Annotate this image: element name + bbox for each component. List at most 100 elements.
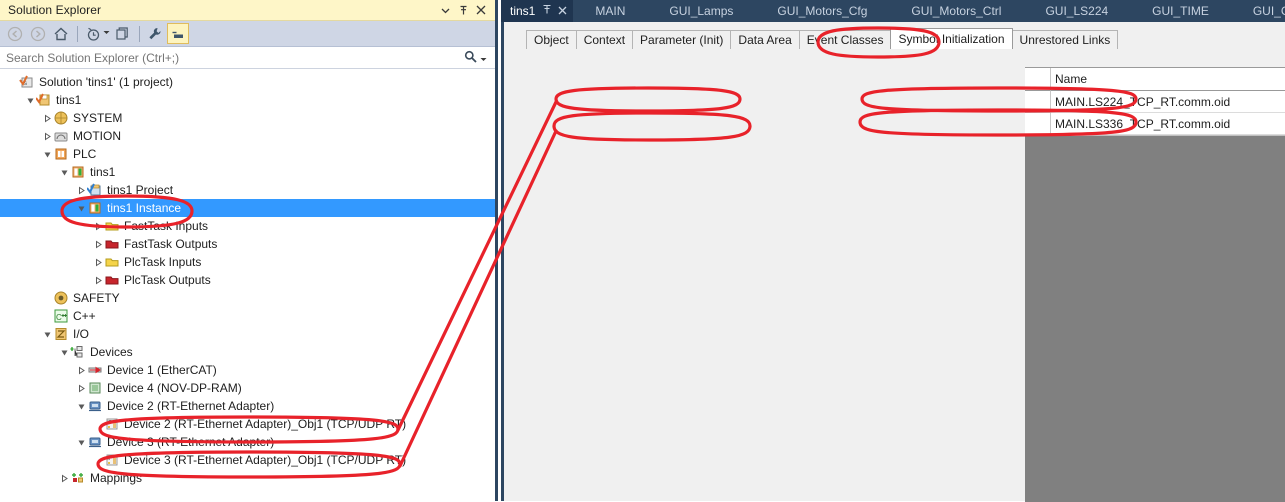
tree-item[interactable]: MOTION [0,127,495,145]
ethercat-icon [87,362,103,378]
pending-changes-dropdown-icon[interactable] [103,30,110,37]
tree-item[interactable]: Device 2 (RT-Ethernet Adapter) [0,397,495,415]
tree-item-label: tins1 Instance [107,201,182,215]
rtether-icon [87,434,103,450]
expander-collapsed-icon[interactable] [93,235,104,253]
expander-collapsed-icon[interactable] [76,181,87,199]
pending-changes-button[interactable] [82,23,104,44]
grid-cell-name[interactable]: MAIN.LS224_TCP_RT.comm.oid [1051,91,1285,113]
io-icon [53,326,69,342]
tree-item-label: Device 3 (RT-Ethernet Adapter) [107,435,275,449]
tab-pin-icon[interactable] [542,4,552,18]
rtether-icon [87,398,103,414]
editor-tab[interactable]: GUI_Motors_Ctrl [889,0,1023,22]
symbol-initialization-grid[interactable]: NameValueUnitTypeMAIN.LS224_TCP_RT.comm.… [1025,68,1285,136]
editor-subtab[interactable]: Event Classes [798,30,892,49]
row-selector[interactable] [1025,113,1051,135]
sync-with-active-document-button[interactable] [112,23,134,44]
expander-placeholder [93,415,104,433]
editor-tab[interactable]: GUI_LS224 [1023,0,1130,22]
tree-item[interactable]: FastTask Inputs [0,217,495,235]
editor-tab[interactable]: tins1 [501,0,574,22]
symbol-initialization-grid-area: NameValueUnitTypeMAIN.LS224_TCP_RT.comm.… [1025,67,1285,502]
tree-item[interactable]: tins1 Project [0,181,495,199]
expander-expanded-icon[interactable] [76,397,87,415]
search-bar[interactable] [0,47,495,69]
grid-column-header[interactable]: Name [1051,68,1285,91]
solution-explorer-panel: Solution Explorer Search Solution Explor… [0,0,498,501]
editor-tab[interactable]: GUI_CCC [1231,0,1285,22]
cpp-icon: C [53,308,69,324]
editor-subtab[interactable]: Object [526,30,577,49]
editor-subtab-label: Object [534,33,569,47]
tree-item[interactable]: tins1 Instance [0,199,495,217]
expander-expanded-icon[interactable] [76,199,87,217]
expander-expanded-icon[interactable] [59,343,70,361]
motion-icon [53,128,69,144]
tree-item[interactable]: Mappings [0,469,495,487]
expander-collapsed-icon[interactable] [59,469,70,487]
row-selector[interactable] [1025,91,1051,113]
chevron-down-icon[interactable] [437,2,453,18]
editor-subtab[interactable]: Context [575,30,634,49]
tree-item[interactable]: s Solution 'tins1' (1 project) [0,73,495,91]
tree-item[interactable]: C C++ [0,307,495,325]
editor-tabstrip[interactable]: tins1 MAIN GUI_Lamps GUI_Motors_Cfg GUI_Moto… [501,0,1285,22]
tree-item[interactable]: IP Device 2 (RT-Ethernet Adapter)_Obj1 (T… [0,415,495,433]
tree-item[interactable]: Device 4 (NOV-DP-RAM) [0,379,495,397]
grid-row[interactable]: MAIN.LS336_TCP_RT.comm.oid01010020Device… [1025,113,1285,135]
editor-subtab[interactable]: Data Area [730,30,800,49]
close-icon[interactable] [473,2,489,18]
tree-item[interactable]: Devices [0,343,495,361]
expander-collapsed-icon[interactable] [93,217,104,235]
tree-item[interactable]: Device 1 (EtherCAT) [0,361,495,379]
editor-subtab[interactable]: Symbol Initialization [890,28,1013,49]
tree-item[interactable]: Device 3 (RT-Ethernet Adapter) [0,433,495,451]
tab-close-icon[interactable] [558,4,567,18]
expander-collapsed-icon[interactable] [93,271,104,289]
editor-subtab[interactable]: Unrestored Links [1011,30,1119,49]
expander-expanded-icon[interactable] [25,91,36,109]
pin-icon[interactable] [455,2,471,18]
editor-tab[interactable]: MAIN [573,0,647,22]
tree-item[interactable]: PlcTask Inputs [0,253,495,271]
tree-item[interactable]: I/O [0,325,495,343]
tree-item[interactable]: FastTask Outputs [0,235,495,253]
search-options-chevron-icon[interactable] [480,51,487,65]
collapse-all-button[interactable] [167,23,189,44]
editor-tab[interactable]: GUI_Motors_Cfg [755,0,889,22]
expander-expanded-icon[interactable] [42,145,53,163]
forward-button[interactable] [27,23,49,44]
tree-item[interactable]: tins1 [0,163,495,181]
expander-collapsed-icon[interactable] [76,361,87,379]
editor-tab[interactable]: GUI_Lamps [647,0,755,22]
tree-item[interactable]: PLC [0,145,495,163]
editor-tab[interactable]: GUI_TIME [1130,0,1231,22]
search-input[interactable] [6,50,464,65]
expander-collapsed-icon[interactable] [76,379,87,397]
tree-item-label: MOTION [73,129,121,143]
expander-expanded-icon[interactable] [42,325,53,343]
tree-item[interactable]: SYSTEM [0,109,495,127]
expander-collapsed-icon[interactable] [42,127,53,145]
solution-explorer-titlebar: Solution Explorer [0,0,495,21]
search-icon[interactable] [464,50,477,66]
editor-subtabs[interactable]: Object Context Parameter (Init) Data Area Ev… [526,28,1285,49]
solution-tree[interactable]: s Solution 'tins1' (1 project) tins1 SYSTEM… [0,69,495,501]
back-button[interactable] [4,23,26,44]
tree-item[interactable]: IP Device 3 (RT-Ethernet Adapter)_Obj1 (T… [0,451,495,469]
grid-cell-name[interactable]: MAIN.LS336_TCP_RT.comm.oid [1051,113,1285,135]
grid-select-corner [1025,68,1051,91]
editor-subtab[interactable]: Parameter (Init) [632,30,732,49]
expander-collapsed-icon[interactable] [93,253,104,271]
expander-expanded-icon[interactable] [76,433,87,451]
svg-text:C: C [56,313,62,322]
tree-item[interactable]: PlcTask Outputs [0,271,495,289]
home-button[interactable] [50,23,72,44]
expander-collapsed-icon[interactable] [42,109,53,127]
tree-item[interactable]: SAFETY [0,289,495,307]
grid-row[interactable]: MAIN.LS224_TCP_RT.comm.oid01010010Device… [1025,91,1285,113]
properties-button[interactable] [144,23,166,44]
tree-item[interactable]: tins1 [0,91,495,109]
expander-expanded-icon[interactable] [59,163,70,181]
